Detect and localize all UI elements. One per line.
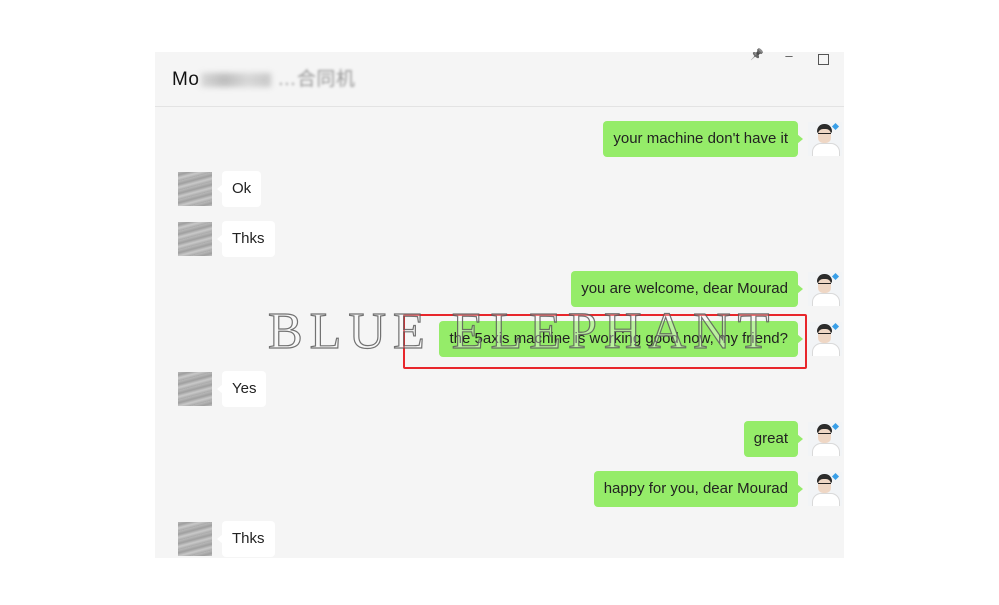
message-bubble[interactable]: your machine don't have it — [603, 121, 803, 157]
message-row: Thks — [155, 221, 844, 257]
contact-avatar[interactable] — [178, 372, 212, 406]
my-avatar[interactable] — [808, 422, 842, 456]
chat-title: Mo …合同机 — [172, 64, 355, 91]
my-avatar[interactable] — [808, 472, 842, 506]
minimize-icon[interactable]: – — [781, 48, 797, 63]
contact-avatar[interactable] — [178, 522, 212, 556]
watermark: BLUE ELEPHANT — [267, 302, 777, 360]
my-avatar[interactable] — [808, 122, 842, 156]
message-row: great — [155, 421, 844, 457]
message-bubble[interactable]: great — [743, 421, 804, 457]
contact-avatar[interactable] — [178, 172, 212, 206]
my-avatar[interactable] — [808, 272, 842, 306]
maximize-icon[interactable] — [815, 48, 831, 68]
message-bubble[interactable]: Thks — [217, 221, 275, 257]
blurred-name — [201, 72, 272, 87]
message-bubble[interactable]: Ok — [216, 171, 262, 207]
message-row: your machine don't have it — [155, 121, 844, 157]
chat-title-text: Mo — [172, 69, 200, 90]
my-avatar[interactable] — [808, 322, 842, 356]
message-bubble[interactable]: Yes — [216, 371, 267, 407]
chat-title-tail: …合同机 — [277, 69, 356, 90]
message-bubble[interactable]: happy for you, dear Mourad — [593, 471, 804, 507]
message-row: Yes — [155, 371, 844, 407]
title-bar: Mo …合同机 📌 – — [155, 48, 844, 107]
message-row: Ok — [155, 171, 844, 207]
message-row: Thks — [155, 521, 844, 557]
message-row: happy for you, dear Mourad — [155, 471, 844, 507]
contact-avatar[interactable] — [178, 222, 212, 256]
message-bubble[interactable]: Thks — [217, 521, 275, 557]
pin-icon[interactable]: 📌 — [749, 48, 765, 61]
